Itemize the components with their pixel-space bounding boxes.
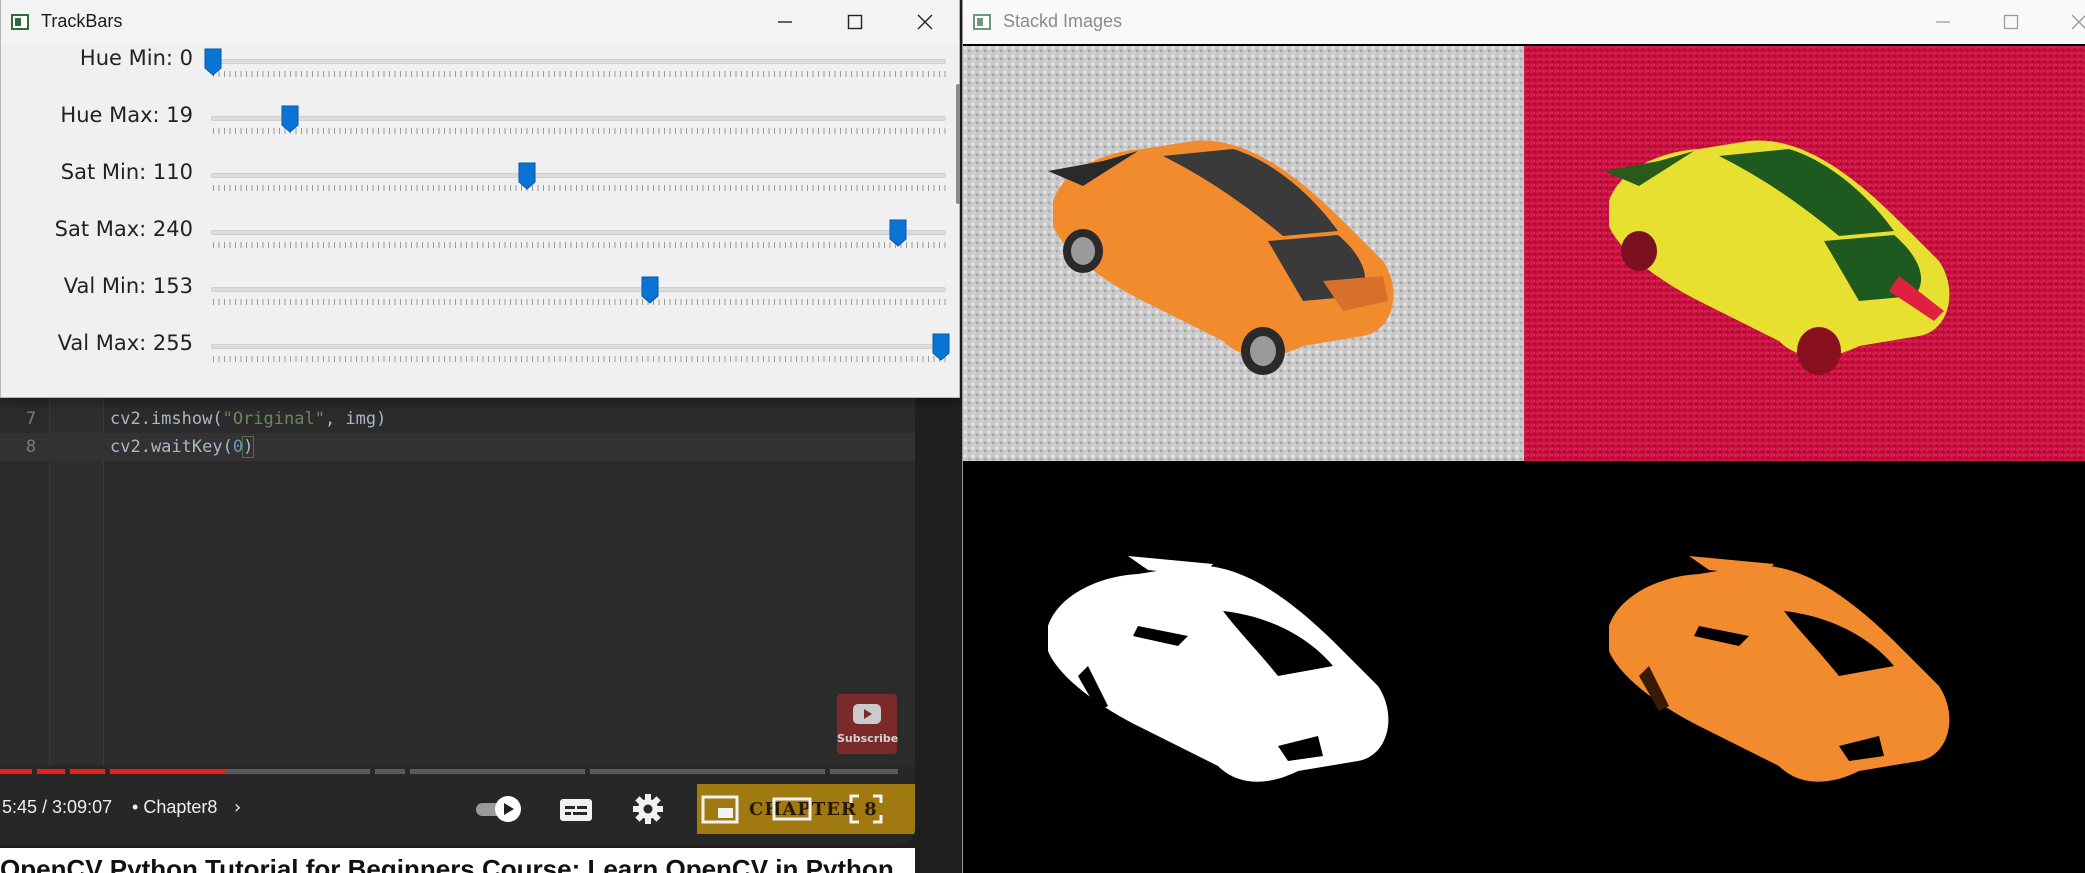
chapter-segment <box>410 769 585 774</box>
minimize-button[interactable] <box>753 0 817 44</box>
youtube-player[interactable]: 7 cv2.imshow("Original", img) 8 cv2.wait… <box>0 395 915 845</box>
window-title: TrackBars <box>41 11 123 31</box>
chapter-button[interactable]: • Chapter8 <box>132 797 217 818</box>
app-icon <box>11 14 29 30</box>
code-text: cv2.imshow("Original", img) <box>110 409 387 429</box>
chapter-segment <box>590 769 825 774</box>
chapter-segment <box>70 769 105 774</box>
trackbar-thumb[interactable] <box>281 105 299 133</box>
trackbar-track[interactable] <box>211 287 946 292</box>
trackbar-thumb[interactable] <box>932 333 950 361</box>
trackbar-label: Val Max: 255 <box>57 331 193 355</box>
trackbar-row: Val Min: 153 <box>1 274 959 331</box>
trackbar-thumb[interactable] <box>518 162 536 190</box>
chapter-segment <box>0 769 32 774</box>
trackbar-ticks <box>213 128 946 134</box>
trackbar-track[interactable] <box>211 59 946 64</box>
title-bar[interactable]: TrackBars <box>1 0 959 44</box>
trackbar-track[interactable] <box>211 344 946 349</box>
maximize-button[interactable] <box>1979 0 2043 44</box>
line-number: 7 <box>25 409 37 429</box>
chapter-segment <box>110 769 225 774</box>
settings-gear-icon[interactable] <box>628 791 668 827</box>
video-title: OpenCV Python Tutorial for Beginners Cou… <box>0 848 915 873</box>
chapter-segment <box>225 769 370 774</box>
autoplay-toggle-icon[interactable] <box>474 791 528 827</box>
chapter-segment <box>375 769 405 774</box>
trackbar-label: Val Min: 153 <box>63 274 193 298</box>
trackbars-window[interactable]: TrackBars Hue Min: 0 Hue Max: 19 Sat Min: … <box>0 0 960 398</box>
trackbar-ticks <box>213 71 946 77</box>
subscribe-label: Subscribe <box>837 732 899 745</box>
trackbar-label: Sat Max: 240 <box>54 217 193 241</box>
maximize-icon <box>847 14 863 30</box>
window-title: Stackd Images <box>1003 11 1123 31</box>
trackbar-thumb[interactable] <box>204 48 222 76</box>
player-controls: CHAPTER 8 5:45 / 3:09:07 • Chapter8 › <box>0 783 915 843</box>
trackbar-row: Val Max: 255 <box>1 331 959 388</box>
trackbar-track[interactable] <box>211 230 946 235</box>
title-bar[interactable]: Stackd Images <box>963 0 2085 44</box>
trackbar-row: Sat Max: 240 <box>1 217 959 274</box>
close-icon <box>2071 14 2085 30</box>
trackbar-row: Hue Max: 19 <box>1 103 959 160</box>
trackbar-track[interactable] <box>211 116 946 121</box>
trackbar-ticks <box>213 185 946 191</box>
stacked-images-window[interactable]: Stackd Images <box>962 0 2085 873</box>
fullscreen-icon[interactable] <box>846 791 886 827</box>
trackbar-row: Sat Min: 110 <box>1 160 959 217</box>
subscribe-watermark-button[interactable]: Subscribe <box>837 694 899 754</box>
minimize-icon <box>1936 21 1950 23</box>
youtube-logo-icon <box>853 704 881 724</box>
subtitles-icon[interactable] <box>556 791 596 827</box>
trackbar-ticks <box>213 299 946 305</box>
trackbar-label: Hue Min: 0 <box>79 46 193 70</box>
close-button[interactable] <box>2047 0 2085 44</box>
chapter-segment <box>830 769 898 774</box>
code-line: 8 cv2.waitKey(0) <box>0 433 915 461</box>
trackbar-track[interactable] <box>211 173 946 178</box>
app-icon <box>973 14 991 30</box>
trackbar-row: Hue Min: 0 <box>1 46 959 103</box>
time-display: 5:45 / 3:09:07 <box>2 797 113 817</box>
hsv-image <box>1524 46 2085 461</box>
chapter-segment <box>37 769 65 774</box>
trackbar-thumb[interactable] <box>641 276 659 304</box>
trackbar-thumb[interactable] <box>889 219 907 247</box>
maximize-icon <box>2003 14 2019 30</box>
code-text: cv2.waitKey(0) <box>110 436 255 458</box>
maximize-button[interactable] <box>823 0 887 44</box>
code-line: 7 cv2.imshow("Original", img) <box>0 405 915 433</box>
trackbar-label: Hue Max: 19 <box>60 103 193 127</box>
trackbar-ticks <box>213 242 946 248</box>
chevron-right-icon: › <box>234 797 242 818</box>
code-editor-video-frame: 7 cv2.imshow("Original", img) 8 cv2.wait… <box>0 395 915 765</box>
mask-image <box>963 461 1524 873</box>
trackbar-label: Sat Min: 110 <box>60 160 193 184</box>
close-icon <box>917 14 933 30</box>
trackbar-ticks <box>213 356 946 362</box>
miniplayer-icon[interactable] <box>700 791 740 827</box>
video-progress-bar[interactable] <box>0 769 898 774</box>
line-number: 8 <box>25 437 37 457</box>
close-button[interactable] <box>893 0 957 44</box>
result-image <box>1524 461 2085 873</box>
original-image <box>963 46 1524 461</box>
scrollbar[interactable] <box>956 84 960 204</box>
minimize-button[interactable] <box>1911 0 1975 44</box>
theater-mode-icon[interactable] <box>772 791 812 827</box>
minimize-icon <box>778 21 792 23</box>
